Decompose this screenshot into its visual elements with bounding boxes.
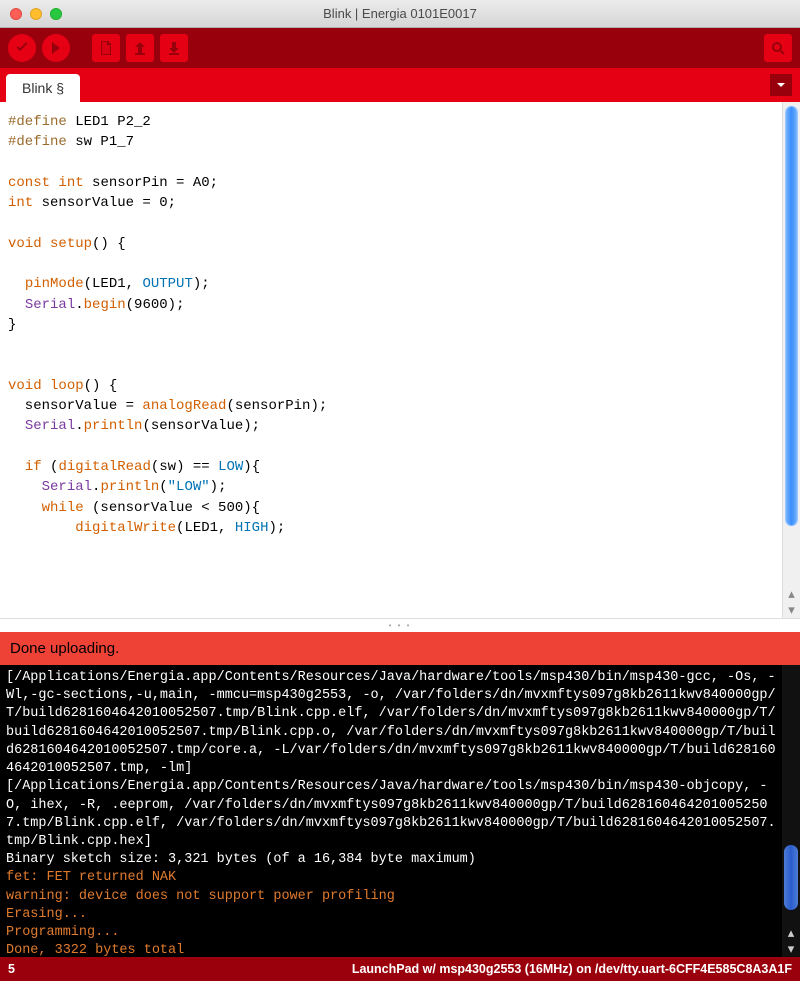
zoom-window-button[interactable] — [50, 8, 62, 20]
board-port-label: LaunchPad w/ msp430g2553 (16MHz) on /dev… — [352, 962, 792, 976]
arrow-up-icon — [132, 40, 148, 56]
minimize-window-button[interactable] — [30, 8, 42, 20]
check-icon — [14, 40, 30, 56]
scrollbar-thumb[interactable] — [785, 106, 798, 526]
tab-blink[interactable]: Blink § — [6, 74, 80, 102]
code-editor[interactable]: #define LED1 P2_2#define sw P1_7 const i… — [0, 102, 782, 618]
window-titlebar: Blink | Energia 0101E0017 — [0, 0, 800, 28]
pane-divider[interactable]: • • • — [0, 618, 800, 632]
upload-button[interactable] — [42, 34, 70, 62]
close-window-button[interactable] — [10, 8, 22, 20]
editor-area: #define LED1 P2_2#define sw P1_7 const i… — [0, 102, 800, 618]
scroll-down-arrow-icon[interactable]: ▾ — [782, 941, 800, 957]
new-file-button[interactable] — [92, 34, 120, 62]
scroll-down-arrow-icon[interactable]: ▾ — [783, 602, 800, 618]
open-file-button[interactable] — [126, 34, 154, 62]
tab-menu-button[interactable] — [770, 74, 792, 96]
arrow-right-icon — [48, 40, 64, 56]
file-icon — [98, 40, 114, 56]
scroll-up-arrow-icon[interactable]: ▴ — [783, 586, 800, 602]
arrow-down-icon — [166, 40, 182, 56]
editor-scrollbar[interactable]: ▴ ▾ — [782, 102, 800, 618]
status-banner: Done uploading. — [0, 632, 800, 665]
magnifier-icon — [770, 40, 786, 56]
save-file-button[interactable] — [160, 34, 188, 62]
tab-strip: Blink § — [0, 68, 800, 102]
window-title: Blink | Energia 0101E0017 — [0, 6, 800, 21]
scrollbar-thumb[interactable] — [784, 845, 798, 910]
serial-monitor-button[interactable] — [764, 34, 792, 62]
traffic-lights — [0, 8, 62, 20]
scroll-up-arrow-icon[interactable]: ▴ — [782, 925, 800, 941]
verify-button[interactable] — [8, 34, 36, 62]
console-scrollbar[interactable]: ▴ ▾ — [782, 665, 800, 957]
console-output[interactable]: [/Applications/Energia.app/Contents/Reso… — [0, 665, 782, 957]
console-area: [/Applications/Energia.app/Contents/Reso… — [0, 665, 800, 957]
chevron-down-icon — [776, 80, 786, 90]
line-number: 5 — [8, 962, 15, 976]
toolbar — [0, 28, 800, 68]
status-bar: 5 LaunchPad w/ msp430g2553 (16MHz) on /d… — [0, 957, 800, 981]
